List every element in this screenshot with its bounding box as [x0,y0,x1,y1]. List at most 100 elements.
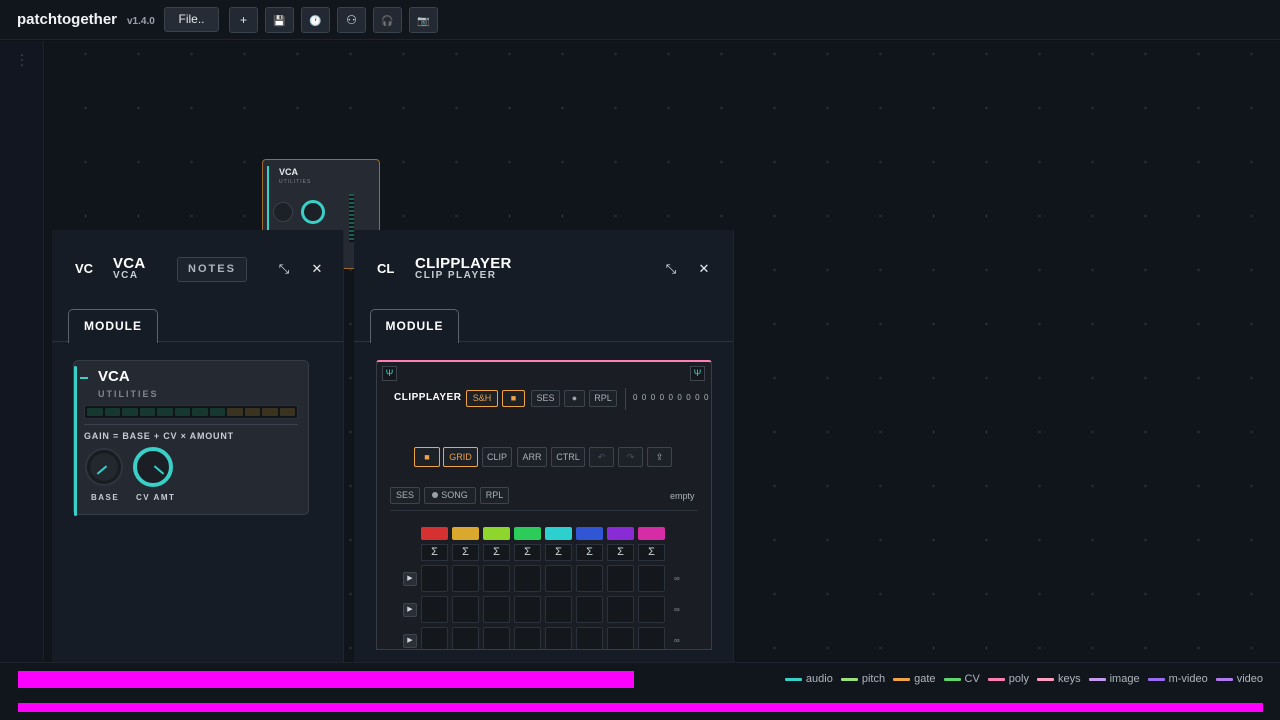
mini-module-title: VCA [279,167,299,177]
clip-slot[interactable] [452,627,479,649]
screenshot-button[interactable]: 📷 [409,7,438,33]
track-color-6[interactable] [576,527,603,540]
ses-button-2[interactable]: SES [390,487,420,504]
history-icon: 🕐 [309,16,322,27]
clip-slot[interactable] [638,565,665,592]
port-right-icon[interactable]: Ψ [690,366,705,381]
legend-swatch [1147,677,1165,681]
track-sum-6[interactable]: Σ [576,544,603,561]
tab-module[interactable]: MODULE [68,309,158,343]
clip-slot[interactable] [514,565,541,592]
clip-slot[interactable] [514,596,541,623]
clip-slot[interactable] [576,596,603,623]
track-sum-3[interactable]: Σ [483,544,510,561]
song-status: empty [670,491,695,501]
scene-play-button[interactable]: ▶ [403,603,417,617]
save-icon: 💾 [273,16,286,27]
song-button[interactable]: SONG [424,487,476,504]
clip-slot[interactable] [421,596,448,623]
undo-icon[interactable]: ↶ [589,447,614,467]
add-module-button[interactable]: + [229,7,258,33]
legend-swatch [784,677,802,681]
scene-play-button[interactable]: ▶ [403,572,417,586]
track-sum-8[interactable]: Σ [638,544,665,561]
clip-slot[interactable] [514,627,541,649]
track-color-1[interactable] [421,527,448,540]
clip-slot[interactable] [576,627,603,649]
track-color-3[interactable] [483,527,510,540]
file-menu-button[interactable]: File.. [164,7,219,32]
legend-label: video [1236,673,1263,685]
track-sum-5[interactable]: Σ [545,544,572,561]
track-sum-2[interactable]: Σ [452,544,479,561]
clip-slot[interactable] [638,596,665,623]
legend-label: gate [914,673,936,685]
grid-view-button[interactable]: GRID [443,447,478,467]
clip-slot[interactable] [607,565,634,592]
level-meter [84,405,298,419]
save-button[interactable]: 💾 [265,7,294,33]
collapse-icon[interactable]: ⤡ [663,261,679,277]
clip-view-button[interactable]: CLIP [482,447,512,467]
clip-slot[interactable] [638,627,665,649]
share-icon[interactable]: ⇪ [647,447,672,467]
record-button[interactable]: ● [564,390,585,407]
track-sum-1[interactable]: Σ [421,544,448,561]
clip-slot[interactable] [607,627,634,649]
rpl-button-2[interactable]: RPL [480,487,509,504]
cv-amount-knob[interactable] [133,447,173,487]
link-button[interactable]: ⚇ [337,7,366,33]
mini-base-knob[interactable] [273,202,293,222]
clip-slot[interactable] [452,565,479,592]
clip-slot[interactable] [452,596,479,623]
divider [84,424,298,425]
headphones-button[interactable]: 🎧 [373,7,402,33]
track-color-7[interactable] [607,527,634,540]
clip-slot[interactable] [483,596,510,623]
clip-slot[interactable] [545,627,572,649]
close-icon[interactable]: ✕ [309,261,325,277]
clip-slot[interactable] [483,565,510,592]
scene-play-button[interactable]: ▶ [403,634,417,648]
clip-slot[interactable] [607,596,634,623]
base-knob[interactable] [85,448,123,486]
track-sum-7[interactable]: Σ [607,544,634,561]
clip-slot[interactable] [545,565,572,592]
tab-module[interactable]: MODULE [370,309,459,343]
plus-icon: + [239,13,247,27]
legend-item-pitch: pitch [840,673,885,685]
clip-slot[interactable] [421,627,448,649]
top-bar: patchtogether v1.4.0 File.. + 💾 🕐 ⚇ 🎧 📷 [0,0,1280,40]
clip-slot[interactable] [483,627,510,649]
rpl-button[interactable]: RPL [589,390,617,407]
loop-indicator: ∞ [674,574,680,583]
arrange-view-button[interactable]: ARR [517,447,547,467]
mini-cv-knob[interactable] [301,200,325,224]
kebab-menu-icon[interactable]: · · · [19,47,25,71]
legend-item-gate: gate [893,673,936,685]
clip-slot[interactable] [421,565,448,592]
track-sum-4[interactable]: Σ [514,544,541,561]
ctrl-view-button[interactable]: CTRL [551,447,585,467]
track-color-2[interactable] [452,527,479,540]
ses-button[interactable]: SES [531,390,560,407]
collapse-icon[interactable]: ⤡ [276,261,292,277]
stop-button[interactable]: ■ [502,390,525,407]
divider [390,510,698,511]
divider [625,388,626,410]
clip-slot[interactable] [576,565,603,592]
track-color-4[interactable] [514,527,541,540]
panel-subtitle: CLIP PLAYER [415,270,497,281]
history-button[interactable]: 🕐 [301,7,330,33]
transport-stop-button[interactable]: ■ [414,447,440,467]
clip-slot[interactable] [545,596,572,623]
track-color-5[interactable] [545,527,572,540]
port-left-icon[interactable]: Ψ [382,366,397,381]
redo-icon[interactable]: ↷ [618,447,643,467]
close-icon[interactable]: ✕ [696,261,712,277]
legend-swatch [1036,677,1054,681]
status-bar-secondary [18,703,1263,712]
track-color-8[interactable] [638,527,665,540]
sample-hold-button[interactable]: S&H [466,390,498,407]
notes-button[interactable]: NOTES [177,257,247,282]
